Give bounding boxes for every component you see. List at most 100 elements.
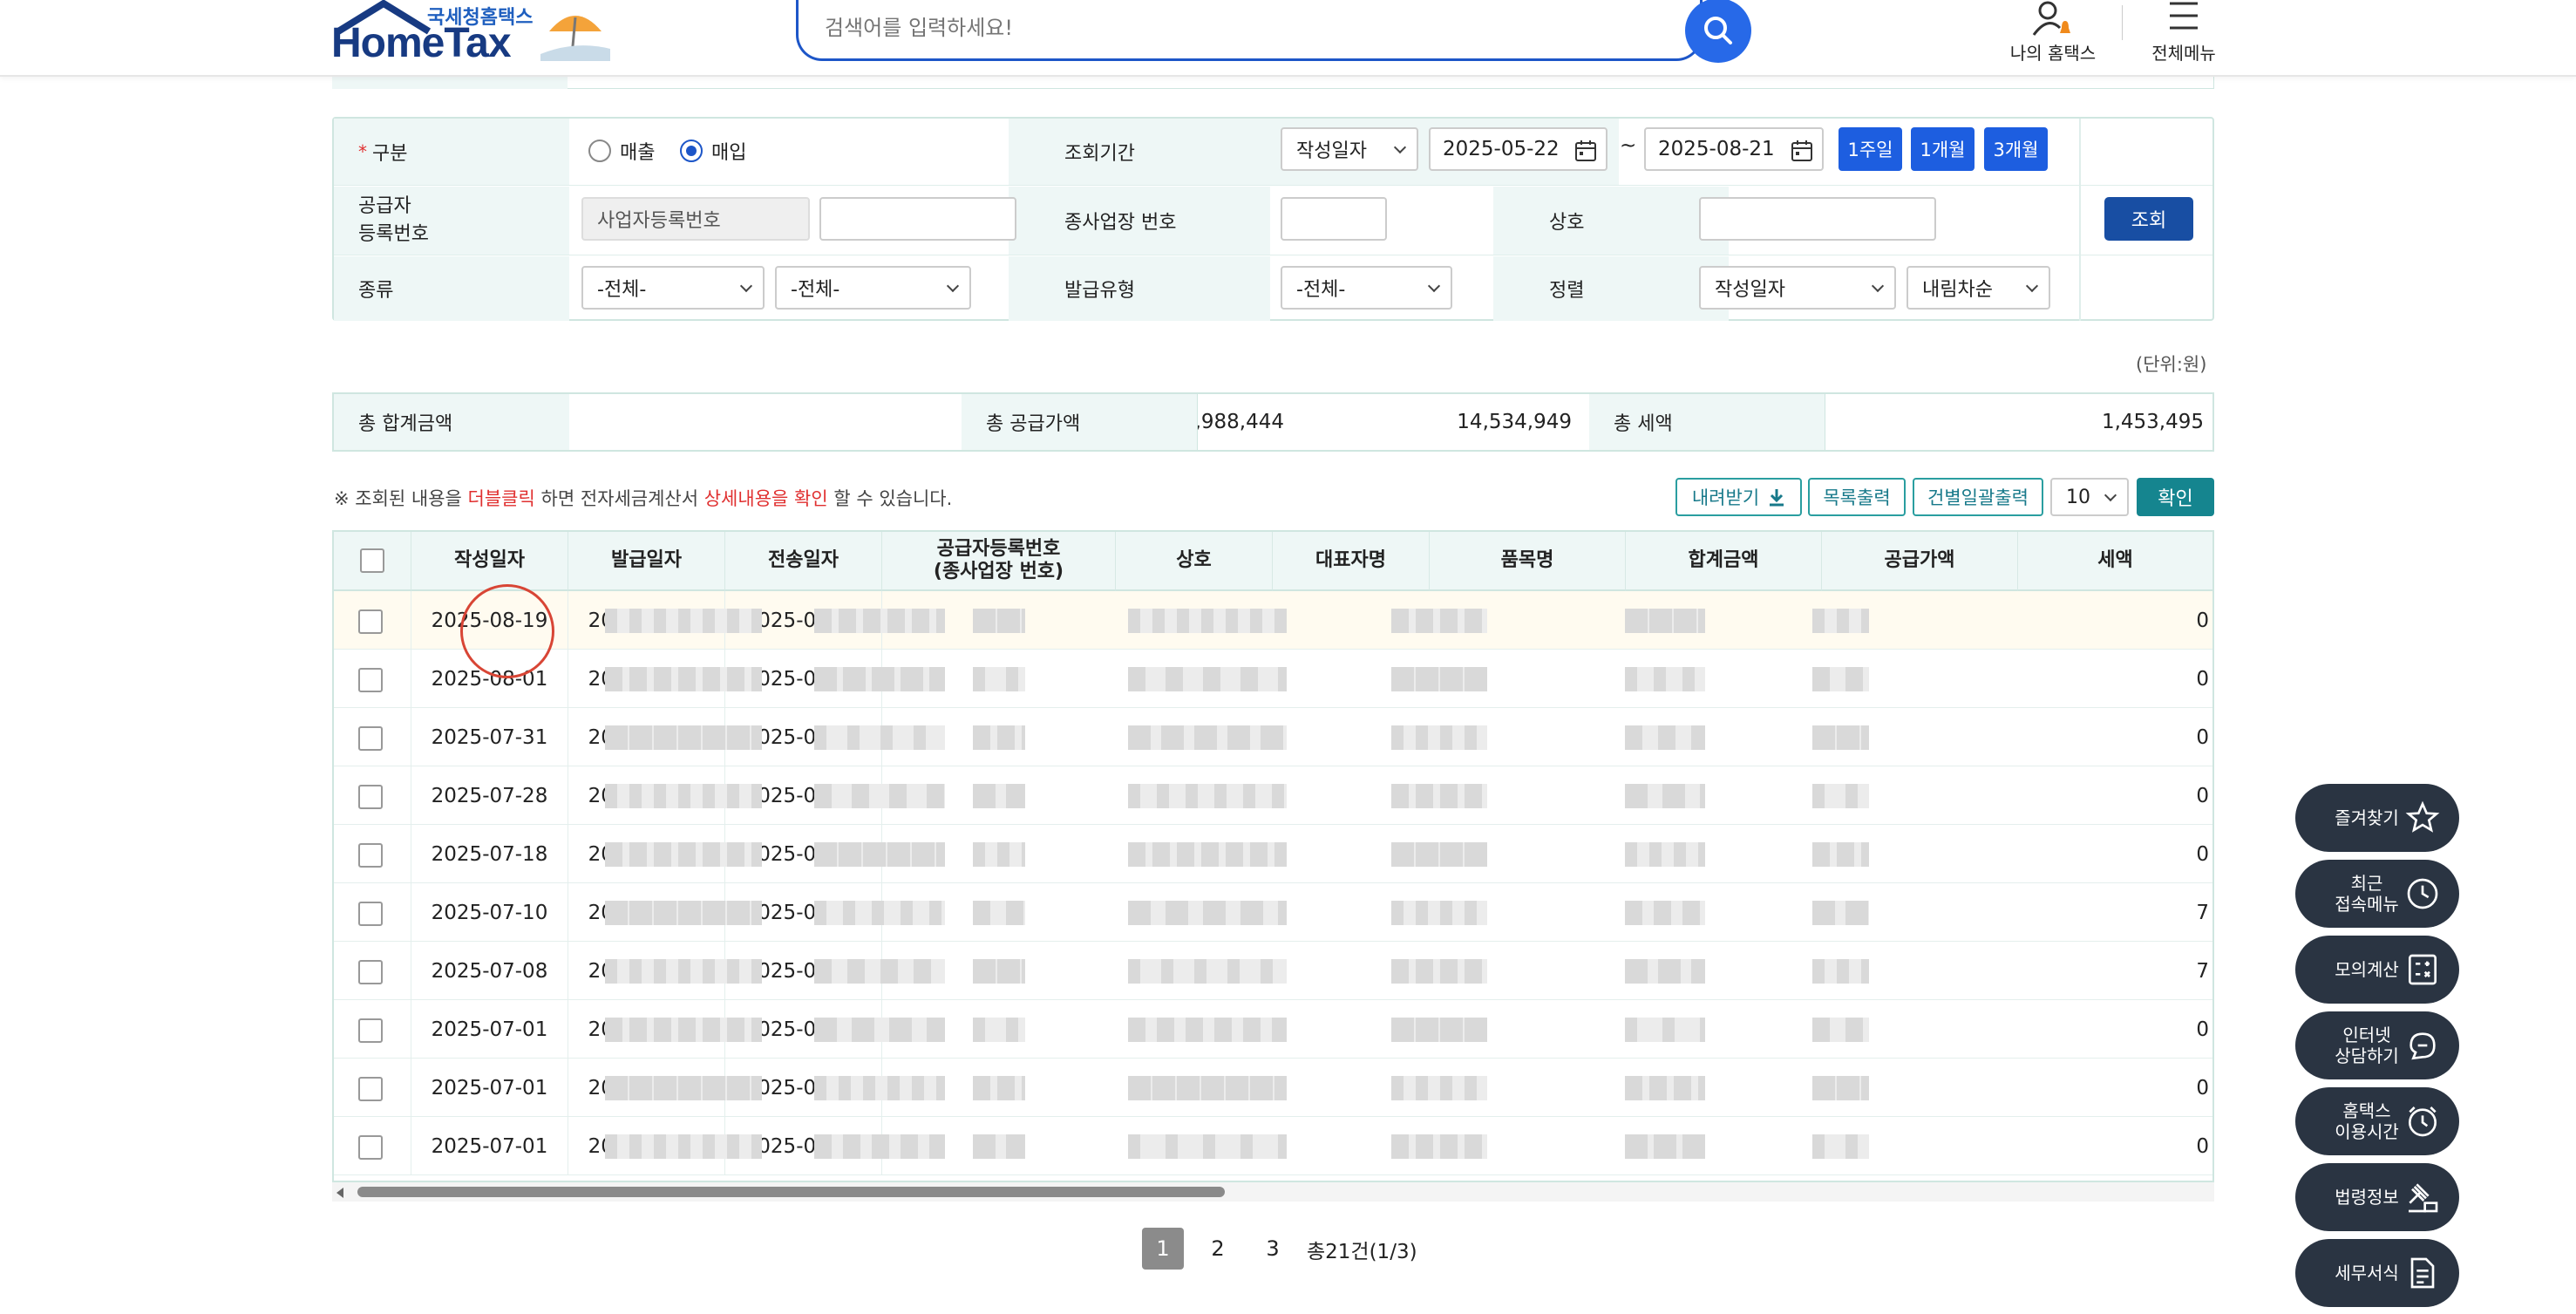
my-hometax-label: 나의 홈택스 <box>2009 43 2097 64</box>
redacted-cell <box>1812 1134 1869 1159</box>
calculator-icon <box>2409 954 2437 985</box>
redacted-cell <box>973 609 1025 633</box>
col-total-amount[interactable]: 합계금액 <box>1626 532 1822 591</box>
redacted-cell <box>973 959 1025 984</box>
row-checkbox[interactable] <box>358 668 383 692</box>
row-checkbox[interactable] <box>358 902 383 926</box>
row-select-cell <box>334 1000 411 1059</box>
my-hometax-button[interactable]: 나의 홈택스 <box>2005 0 2101 65</box>
table-row[interactable]: 2025-07-012025-07-022025-07-030 <box>334 1117 2212 1175</box>
chevron-down-icon <box>2104 488 2117 502</box>
table-row[interactable]: 2025-07-282025-07-292025-07-290 <box>334 766 2212 825</box>
redacted-cell <box>814 1134 945 1159</box>
sort-field-select[interactable]: 작성일자 <box>1699 266 1896 310</box>
gavel-icon <box>2409 1183 2438 1213</box>
biz-branch-input[interactable] <box>1281 197 1387 241</box>
previous-section-label-edge <box>332 77 568 89</box>
write-date-cell: 2025-07-01 <box>411 1000 568 1059</box>
trade-name-input[interactable] <box>1699 197 1936 241</box>
table-row[interactable]: 2025-07-182025-07-182025-07-180 <box>334 825 2212 883</box>
home-logo[interactable]: 국세청홈택스 HomeTax <box>331 0 619 70</box>
row-checkbox[interactable] <box>358 609 383 634</box>
table-row[interactable]: 2025-07-082025-07-102025-07-107 <box>334 942 2212 1000</box>
supplier-id-input[interactable] <box>819 197 1016 241</box>
search-button[interactable] <box>1685 0 1751 63</box>
table-row[interactable]: 2025-07-012025-07-032025-07-030 <box>334 1059 2212 1117</box>
period-3month-button[interactable]: 3개월 <box>1984 127 2048 171</box>
page-3-button[interactable]: 3 <box>1252 1228 1294 1270</box>
table-row[interactable]: 2025-08-012025-08-112025-08-110 <box>334 650 2212 708</box>
table-row[interactable]: 2025-07-312025-08-012025-08-010 <box>334 708 2212 766</box>
redacted-cell <box>814 1018 945 1042</box>
col-representative[interactable]: 대표자명 <box>1273 532 1430 591</box>
page-1-button[interactable]: 1 <box>1142 1228 1184 1270</box>
calendar-icon[interactable] <box>1791 140 1813 162</box>
row-select-cell <box>334 825 411 883</box>
batch-print-button[interactable]: 건별일괄출력 <box>1913 478 2043 516</box>
quick-menu-item-gavel[interactable]: 법령정보 <box>2295 1163 2459 1231</box>
redacted-cell <box>814 959 945 984</box>
table-row[interactable]: 2025-07-012025-07-032025-07-030 <box>334 1000 2212 1059</box>
row-checkbox[interactable] <box>358 843 383 868</box>
redacted-cell <box>1812 725 1869 750</box>
quick-menu-item-document[interactable]: 세무서식 <box>2295 1239 2459 1307</box>
redacted-cell <box>1391 842 1487 867</box>
logo-title: HomeTax <box>331 20 512 66</box>
quick-menu-item-star[interactable]: 즐겨찾기 <box>2295 784 2459 852</box>
radio-purchase[interactable]: 매입 <box>680 137 746 165</box>
row-checkbox[interactable] <box>358 785 383 809</box>
row-checkbox[interactable] <box>358 1077 383 1101</box>
period-1week-button[interactable]: 1주일 <box>1839 127 1902 171</box>
search-box <box>796 0 1703 61</box>
row-checkbox[interactable] <box>358 726 383 751</box>
calendar-icon[interactable] <box>1574 140 1597 162</box>
scrollbar-thumb[interactable] <box>357 1187 1225 1197</box>
confirm-button[interactable]: 확인 <box>2137 478 2214 516</box>
col-supplier-id[interactable]: 공급자등록번호 (종사업장 번호) <box>882 532 1116 591</box>
list-print-button[interactable]: 목록출력 <box>1808 478 1906 516</box>
row-checkbox[interactable] <box>358 1018 383 1043</box>
page-2-button[interactable]: 2 <box>1197 1228 1239 1270</box>
beach-umbrella-logo-icon <box>540 16 610 61</box>
col-item-name[interactable]: 품목명 <box>1430 532 1626 591</box>
date-from-input[interactable]: 2025-05-22 <box>1429 127 1607 171</box>
quick-menu-item-chat[interactable]: 인터넷 상담하기 <box>2295 1011 2459 1079</box>
chevron-down-icon <box>946 279 960 293</box>
period-1month-button[interactable]: 1개월 <box>1911 127 1974 171</box>
col-supply-amount[interactable]: 공급가액 <box>1822 532 2018 591</box>
col-write-date[interactable]: 작성일자 <box>411 532 568 591</box>
quick-menu-item-alarm[interactable]: 홈택스 이용시간 <box>2295 1087 2459 1155</box>
radio-sales[interactable]: 매출 <box>588 137 655 165</box>
page-size-select[interactable]: 10 <box>2050 478 2129 516</box>
select-all-checkbox[interactable] <box>360 548 384 573</box>
row-checkbox[interactable] <box>358 960 383 984</box>
redacted-cell <box>1391 901 1487 925</box>
total-tax-value: 1,453,495 <box>1825 394 2212 450</box>
download-button[interactable]: 내려받기 <box>1675 478 1802 516</box>
quick-menu-item-calculator[interactable]: 모의계산 <box>2295 936 2459 1004</box>
tax-amount-cell-tail: 0 <box>2196 1018 2209 1041</box>
redacted-cell <box>605 959 762 984</box>
period-basis-select[interactable]: 작성일자 <box>1281 127 1418 171</box>
col-send-date[interactable]: 전송일자 <box>725 532 882 591</box>
redacted-cell <box>605 609 762 633</box>
redacted-cell <box>605 1134 762 1159</box>
table-row[interactable]: 2025-08-192025-08-192025-08-190 <box>334 591 2212 650</box>
quick-menu-item-clock[interactable]: 최근 접속메뉴 <box>2295 860 2459 928</box>
document-icon <box>2410 1257 2435 1289</box>
search-input[interactable] <box>825 0 1609 56</box>
issue-type-select[interactable]: -전체- <box>1281 266 1452 310</box>
table-row[interactable]: 2025-07-102025-07-102025-07-107 <box>334 883 2212 942</box>
scroll-left-arrow-icon[interactable] <box>336 1188 343 1198</box>
quick-menu-label: 홈택스 이용시간 <box>2335 1100 2399 1142</box>
col-trade-name[interactable]: 상호 <box>1116 532 1273 591</box>
row-checkbox[interactable] <box>358 1135 383 1160</box>
col-issue-date[interactable]: 발급일자 <box>568 532 725 591</box>
sort-order-select[interactable]: 내림차순 <box>1907 266 2050 310</box>
kind-select-1[interactable]: -전체- <box>581 266 765 310</box>
col-tax-amount[interactable]: 세액 <box>2018 532 2212 591</box>
all-menu-button[interactable]: 전체메뉴 <box>2140 0 2227 65</box>
query-button[interactable]: 조회 <box>2104 197 2193 241</box>
kind-select-2[interactable]: -전체- <box>775 266 971 310</box>
date-to-input[interactable]: 2025-08-21 <box>1644 127 1824 171</box>
